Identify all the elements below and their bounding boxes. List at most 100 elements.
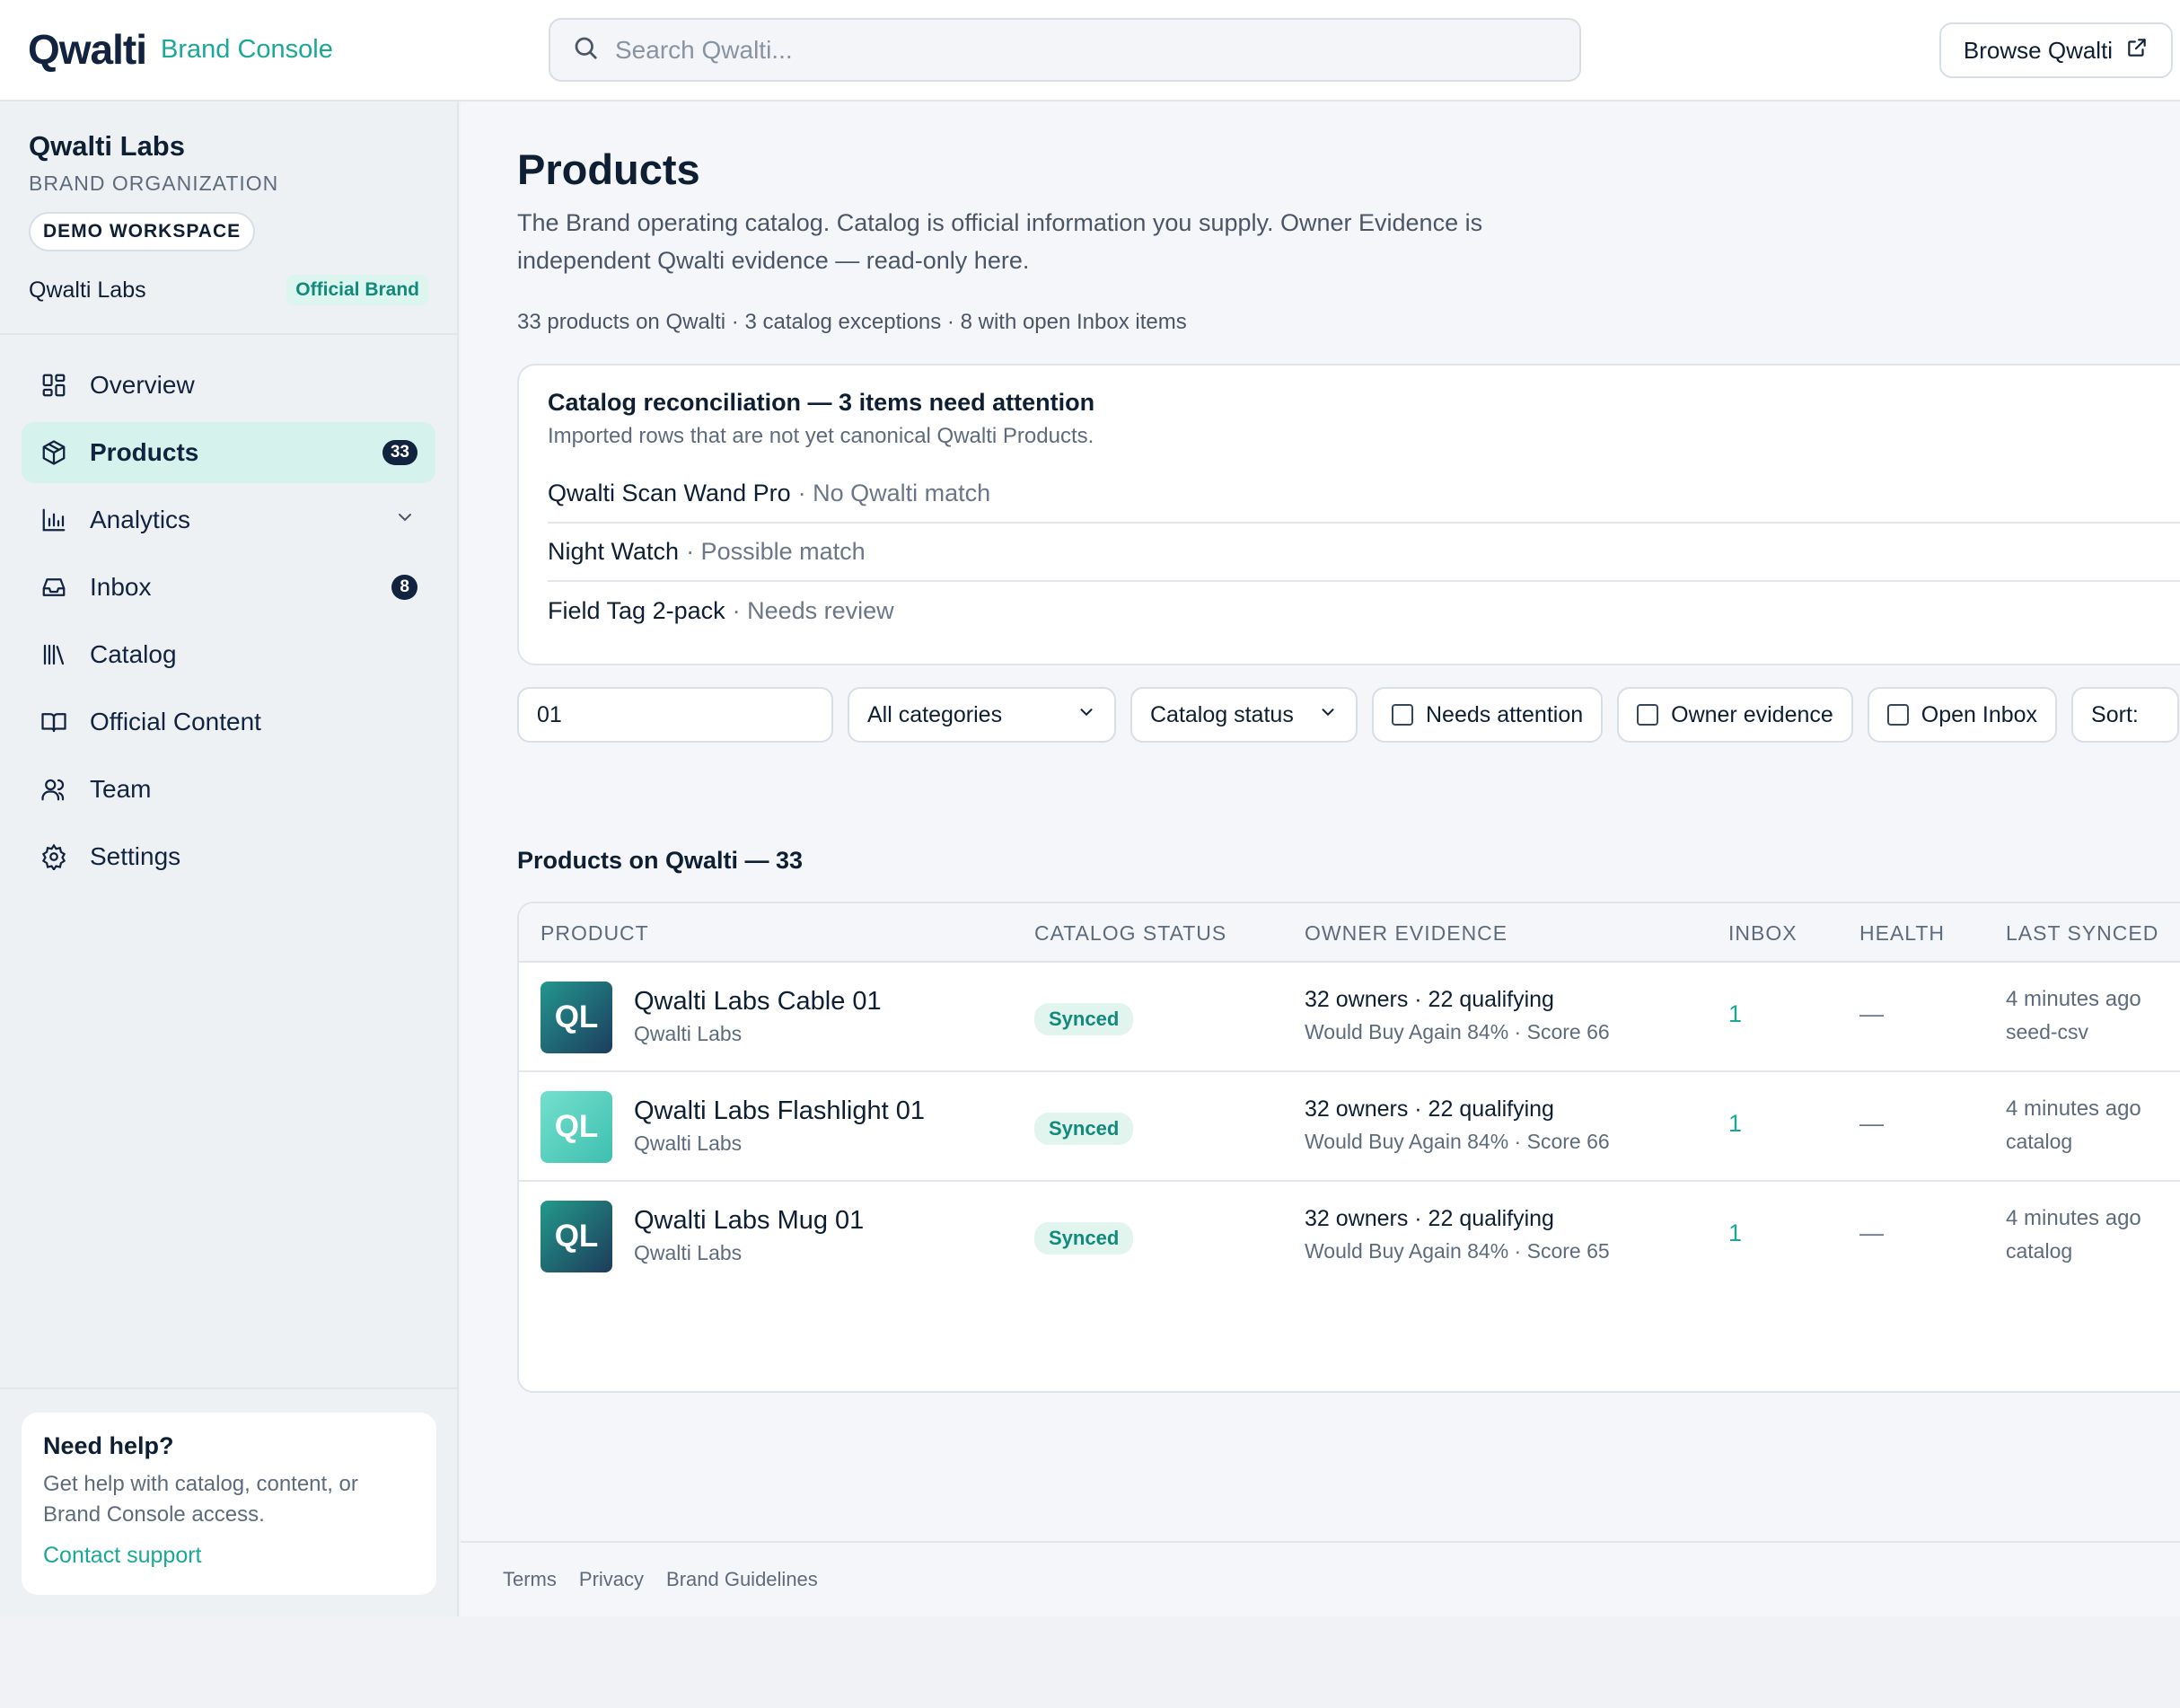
column-header-last-synced[interactable]: LAST SYNCED <box>2006 921 2158 946</box>
reconciliation-item-status: · No Qwalti match <box>797 480 991 506</box>
inbox-count-link[interactable]: 1 <box>1728 1219 1742 1247</box>
reconciliation-subtitle: Imported rows that are not yet canonical… <box>548 424 1094 448</box>
catalog-status-select[interactable]: Catalog status <box>1130 687 1358 743</box>
sidebar-item-official-content[interactable]: Official Content <box>22 691 435 753</box>
grid-icon <box>40 371 68 400</box>
contact-support-link[interactable]: Contact support <box>43 1543 415 1569</box>
owner-evidence-summary: 32 owners · 22 qualifying <box>1305 1096 1554 1122</box>
external-link-icon <box>2125 36 2149 66</box>
filter-bar: 01 All categories Catalog status Needs a… <box>517 687 2180 743</box>
owner-evidence-detail: Would Buy Again 84% · Score 66 <box>1305 1020 1610 1043</box>
gear-icon <box>40 842 68 871</box>
logo-wordmark: Qwalti <box>28 26 147 73</box>
org-panel: Qwalti Labs BRAND ORGANIZATION DEMO WORK… <box>0 101 457 335</box>
footer: Terms Privacy Brand Guidelines <box>461 1541 2180 1616</box>
sidebar-item-label: Overview <box>90 371 195 399</box>
sidebar-item-analytics[interactable]: Analytics <box>22 489 435 550</box>
search-icon <box>572 34 599 66</box>
product-thumbnail: QL <box>541 1091 612 1163</box>
product-filter-input[interactable]: 01 <box>517 687 833 743</box>
reconciliation-card: Catalog reconciliation — 3 items need at… <box>517 364 2180 665</box>
status-select-value: Catalog status <box>1150 701 1294 727</box>
product-name-link[interactable]: Qwalti Labs Flashlight 01 <box>634 1096 925 1126</box>
table-header: PRODUCT CATALOG STATUS OWNER EVIDENCE IN… <box>519 903 2180 963</box>
browse-label: Browse Qwalti <box>1963 36 2114 64</box>
open-inbox-checkbox[interactable]: Open Inbox <box>1867 687 2058 743</box>
footer-link-terms[interactable]: Terms <box>503 1568 557 1591</box>
checkbox-label: Owner evidence <box>1671 701 1833 727</box>
reconciliation-item-status: · Needs review <box>732 597 894 624</box>
sidebar-item-overview[interactable]: Overview <box>22 355 435 416</box>
book-icon <box>40 708 68 736</box>
needs-attention-checkbox[interactable]: Needs attention <box>1372 687 1604 743</box>
sort-select[interactable]: Sort: <box>2071 687 2180 743</box>
inbox-count-link[interactable]: 1 <box>1728 1110 1742 1138</box>
sync-source: catalog <box>2006 1130 2073 1153</box>
sidebar-item-label: Inbox <box>90 573 152 601</box>
org-name: Qwalti Labs <box>29 130 185 162</box>
reconciliation-item[interactable]: Qwalti Scan Wand Pro · No Qwalti match <box>548 465 2180 524</box>
table-row[interactable]: QL Qwalti Labs Mug 01 Qwalti Labs Synced… <box>519 1182 2180 1291</box>
footer-link-brand-guidelines[interactable]: Brand Guidelines <box>666 1568 818 1591</box>
owner-evidence-checkbox[interactable]: Owner evidence <box>1617 687 1853 743</box>
owner-evidence-detail: Would Buy Again 84% · Score 66 <box>1305 1130 1610 1153</box>
sidebar-item-products[interactable]: Products 33 <box>22 422 435 483</box>
box-icon <box>40 438 68 467</box>
products-list-title: Products on Qwalti — 33 <box>517 847 804 874</box>
sidebar-item-label: Official Content <box>90 708 261 735</box>
column-header-inbox[interactable]: INBOX <box>1728 921 1798 946</box>
library-icon <box>40 640 68 669</box>
main-content: Products The Brand operating catalog. Ca… <box>461 101 2180 1616</box>
reconciliation-item-name: Night Watch <box>548 538 680 565</box>
column-header-product[interactable]: PRODUCT <box>541 921 649 946</box>
column-header-health[interactable]: HEALTH <box>1859 921 1945 946</box>
health-value: — <box>1859 1219 1884 1246</box>
checkbox-box[interactable] <box>1637 704 1659 726</box>
checkbox-label: Open Inbox <box>1921 701 2038 727</box>
org-type: BRAND ORGANIZATION <box>29 172 279 195</box>
checkbox-box[interactable] <box>1886 704 1909 726</box>
column-header-owner-evidence[interactable]: OWNER EVIDENCE <box>1305 921 1508 946</box>
reconciliation-item-status: · Possible match <box>686 538 866 565</box>
reconciliation-title: Catalog reconciliation — 3 items need at… <box>548 389 1095 416</box>
product-name-link[interactable]: Qwalti Labs Cable 01 <box>634 987 882 1017</box>
product-brand: Qwalti Labs <box>634 1022 743 1045</box>
users-icon <box>40 775 68 804</box>
checkbox-label: Needs attention <box>1426 701 1584 727</box>
checkbox-box[interactable] <box>1392 704 1413 726</box>
inbox-icon <box>40 573 68 602</box>
reconciliation-list: Qwalti Scan Wand Pro · No Qwalti match N… <box>548 465 2180 640</box>
column-header-catalog-status[interactable]: CATALOG STATUS <box>1034 921 1226 946</box>
sidebar-item-label: Analytics <box>90 506 191 533</box>
browse-qwalti-button[interactable]: Browse Qwalti <box>1939 22 2173 78</box>
bar-chart-icon <box>40 506 68 534</box>
footer-link-privacy[interactable]: Privacy <box>579 1568 644 1591</box>
category-select-value: All categories <box>867 701 1003 727</box>
table-row[interactable]: QL Qwalti Labs Flashlight 01 Qwalti Labs… <box>519 1072 2180 1182</box>
help-title: Need help? <box>43 1432 174 1459</box>
search-input[interactable] <box>615 35 1513 65</box>
category-select[interactable]: All categories <box>848 687 1116 743</box>
sync-source: seed-csv <box>2006 1020 2089 1043</box>
sidebar-item-catalog[interactable]: Catalog <box>22 624 435 685</box>
brand-logo[interactable]: Qwalti Brand Console <box>28 26 333 73</box>
health-value: — <box>1859 1110 1884 1137</box>
reconciliation-item[interactable]: Field Tag 2-pack · Needs review <box>548 582 2180 640</box>
search-bar[interactable] <box>549 18 1581 82</box>
reconciliation-item[interactable]: Night Watch · Possible match <box>548 524 2180 582</box>
sync-source: catalog <box>2006 1239 2073 1263</box>
last-synced-time: 4 minutes ago <box>2006 1206 2141 1230</box>
products-table: PRODUCT CATALOG STATUS OWNER EVIDENCE IN… <box>517 902 2180 1393</box>
brand-row[interactable]: Qwalti Labs Official Brand <box>29 275 428 305</box>
sidebar-item-inbox[interactable]: Inbox 8 <box>22 557 435 618</box>
product-name-link[interactable]: Qwalti Labs Mug 01 <box>634 1206 864 1236</box>
sidebar-item-label: Catalog <box>90 640 177 668</box>
inbox-count-link[interactable]: 1 <box>1728 1000 1742 1028</box>
page-summary: 33 products on Qwalti · 3 catalog except… <box>517 310 1187 334</box>
table-row[interactable]: QL Qwalti Labs Cable 01 Qwalti Labs Sync… <box>519 963 2180 1072</box>
last-synced-time: 4 minutes ago <box>2006 987 2141 1011</box>
sidebar-item-settings[interactable]: Settings <box>22 826 435 887</box>
sidebar-item-team[interactable]: Team <box>22 759 435 820</box>
health-value: — <box>1859 1000 1884 1027</box>
chevron-down-icon[interactable] <box>394 506 416 534</box>
